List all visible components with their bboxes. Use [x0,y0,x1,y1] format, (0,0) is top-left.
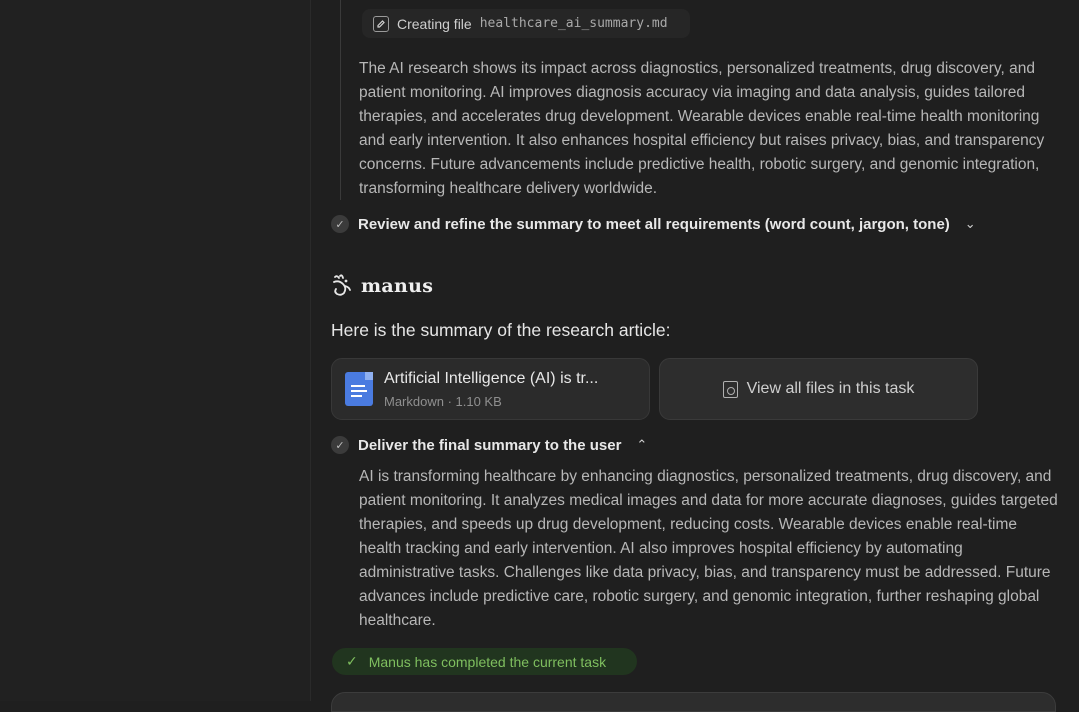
check-icon: ✓ [331,215,349,233]
chevron-up-icon[interactable]: ⌃ [636,437,647,453]
assistant-name: manus [361,275,434,297]
file-title: Artificial Intelligence (AI) is tr... [384,369,599,387]
message-input-box[interactable] [331,692,1056,712]
chevron-down-icon[interactable]: ⌄ [965,216,976,232]
research-summary-paragraph: The AI research shows its impact across … [359,60,1045,197]
creating-file-chip[interactable]: Creating file healthcare_ai_summary.md [362,9,690,38]
step-review-label: Review and refine the summary to meet al… [358,215,950,233]
step-deliver-label: Deliver the final summary to the user [358,436,622,454]
edit-icon [373,15,389,32]
manus-logo-icon [333,274,351,296]
files-icon [722,380,738,398]
check-icon: ✓ [346,653,358,669]
assistant-header: manus [331,274,433,298]
document-icon [345,372,373,406]
check-icon: ✓ [331,436,349,454]
completed-text: Manus has completed the current task [368,653,607,670]
creating-file-name: healthcare_ai_summary.md [479,16,668,31]
step-deliver-summary[interactable]: ✓ Deliver the final summary to the user … [331,436,647,454]
view-all-files-button[interactable]: View all files in this task [659,358,978,420]
step-review-refine[interactable]: ✓ Review and refine the summary to meet … [331,215,976,233]
view-all-files-label: View all files in this task [746,380,915,397]
step-timeline-line [340,0,341,200]
final-summary-paragraph: AI is transforming healthcare by enhanci… [359,468,1058,629]
file-attachment-card[interactable]: Artificial Intelligence (AI) is tr... Ma… [331,358,650,420]
assistant-intro: Here is the summary of the research arti… [331,320,671,340]
file-meta: Markdown · 1.10 KB [384,393,502,409]
sidebar [0,0,311,701]
creating-file-label: Creating file [397,15,472,32]
task-completed-badge: ✓ Manus has completed the current task [332,648,637,675]
